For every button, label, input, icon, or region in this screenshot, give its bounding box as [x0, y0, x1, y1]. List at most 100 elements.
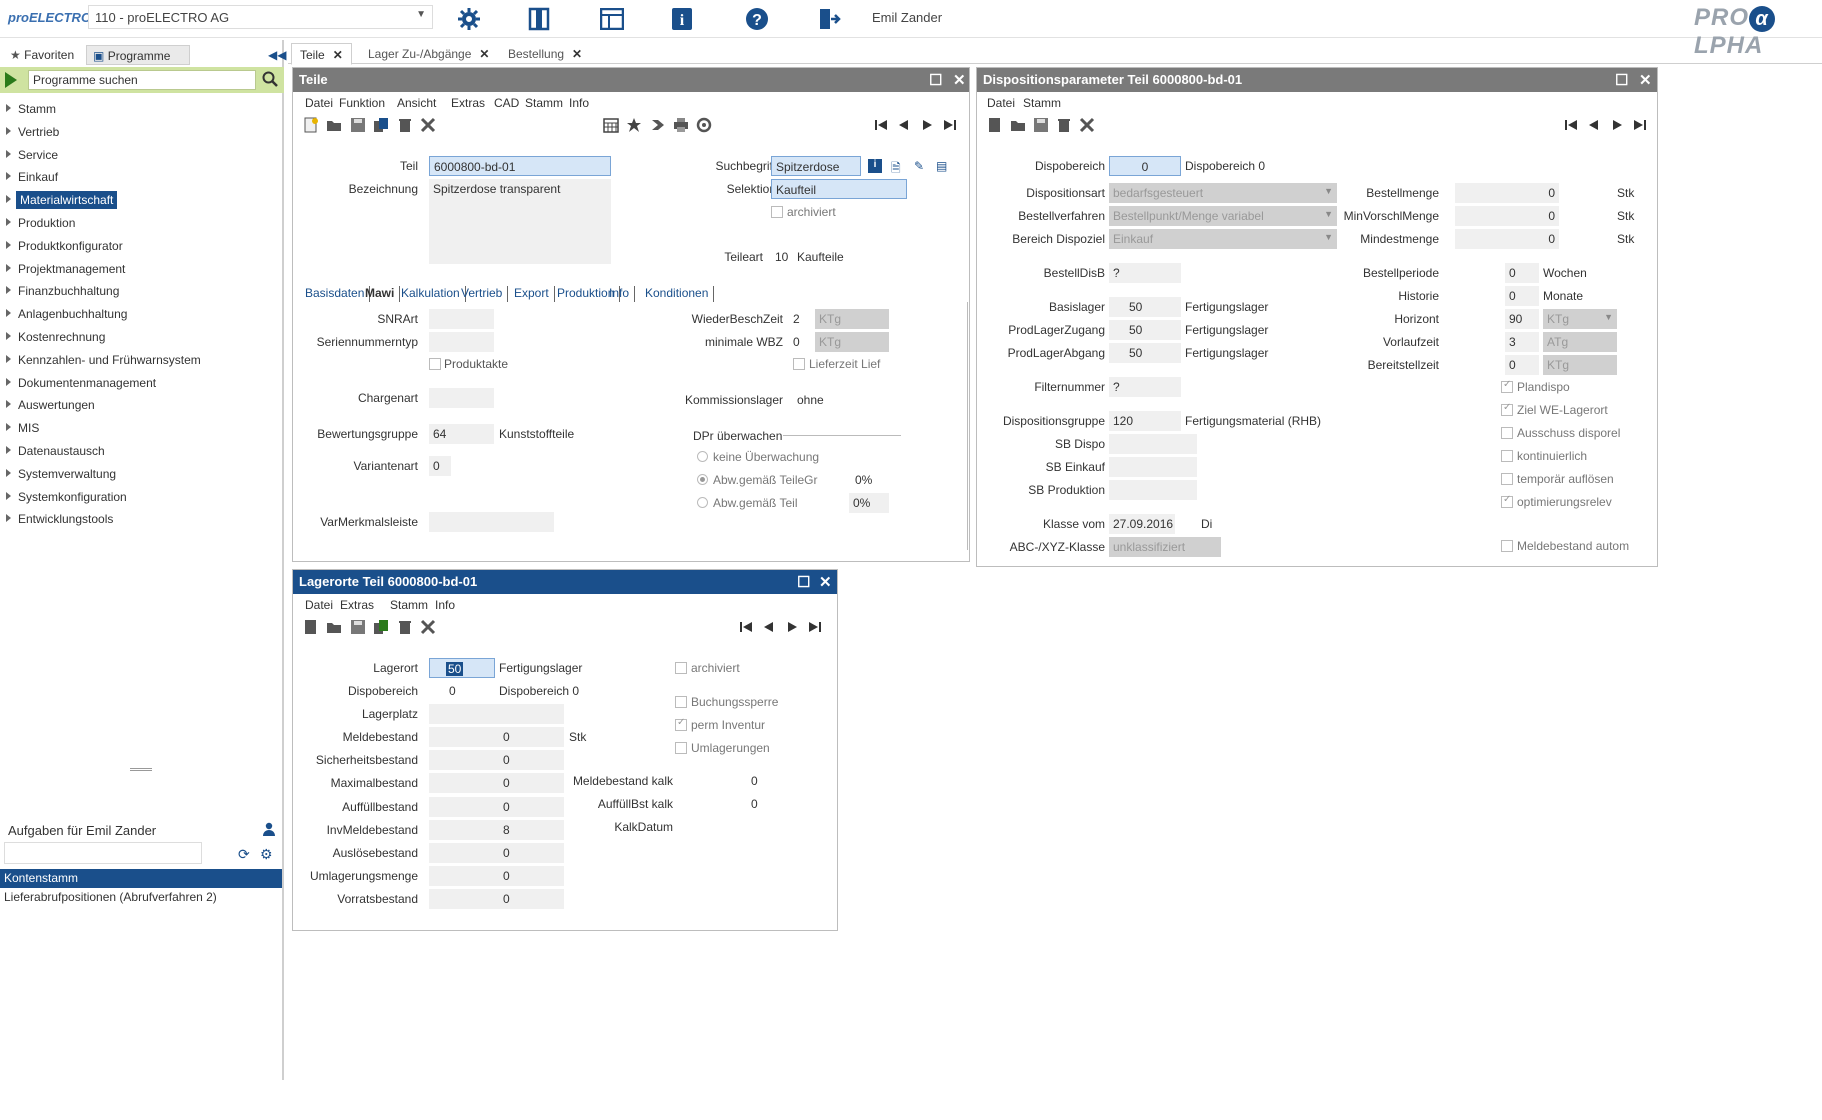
first-record-icon[interactable]	[738, 619, 754, 635]
new-icon[interactable]	[303, 117, 319, 133]
star-icon[interactable]	[626, 117, 642, 133]
program-search-input[interactable]: Programme suchen	[28, 70, 256, 90]
wiederbeschzeit-unit[interactable]: KTg	[815, 309, 889, 329]
expand-arrow-icon[interactable]	[6, 240, 11, 249]
kommissionslager-value[interactable]: ohne	[797, 393, 824, 407]
subtab-basisdaten[interactable]: Basisdaten	[303, 286, 371, 302]
stock-field-input[interactable]: 0	[429, 889, 564, 910]
settings-gear-icon[interactable]	[455, 5, 483, 33]
close-icon[interactable]: ✕	[333, 48, 343, 62]
menu-extras[interactable]: Extras	[340, 598, 374, 612]
new-icon[interactable]	[987, 117, 1003, 133]
info-icon[interactable]: i	[668, 5, 696, 33]
minimale-wbz-value[interactable]: 0	[793, 335, 800, 349]
menu-stamm[interactable]: Stamm	[390, 598, 428, 612]
menu-datei[interactable]: Datei	[305, 598, 333, 612]
plandispo-checkbox[interactable]	[1501, 379, 1513, 393]
maximize-icon[interactable]: ☐	[929, 71, 942, 89]
nav-item[interactable]: Datenaustausch	[0, 440, 284, 463]
subtab-export[interactable]: Export	[512, 286, 555, 302]
tab-lager-zu-abgaenge[interactable]: Lager Zu-/Abgänge ✕	[360, 43, 497, 65]
search-icon[interactable]	[262, 71, 278, 90]
umlagerungen-checkbox[interactable]	[675, 742, 687, 754]
archiviert-checkbox[interactable]	[771, 206, 783, 218]
gear-icon[interactable]: ⚙	[260, 846, 273, 863]
logout-icon[interactable]	[815, 5, 843, 33]
suchbegriff-input[interactable]: Spitzerdose	[771, 156, 861, 176]
menu-stamm[interactable]: Stamm	[1023, 96, 1061, 110]
previous-record-icon[interactable]	[761, 619, 777, 635]
subtab-mawi[interactable]: Mawi	[363, 286, 401, 302]
stock-field-input[interactable]: 0	[429, 843, 564, 863]
expand-arrow-icon[interactable]	[6, 377, 11, 386]
subtab-vertrieb[interactable]: Vertrieb	[459, 286, 509, 302]
horizont-input[interactable]: 90	[1505, 309, 1539, 329]
close-icon[interactable]: ✕	[572, 47, 582, 61]
expand-arrow-icon[interactable]	[6, 354, 11, 363]
save-icon[interactable]	[1033, 117, 1049, 133]
wiederbeschzeit-value[interactable]: 2	[793, 312, 800, 326]
tasks-filter-input[interactable]	[4, 842, 202, 864]
bestelldisb-input[interactable]: ?	[1109, 263, 1181, 283]
dispositionsgruppe-input[interactable]: 120	[1109, 411, 1181, 431]
open-folder-icon[interactable]	[326, 619, 342, 635]
last-record-icon[interactable]	[942, 117, 958, 133]
expand-arrow-icon[interactable]	[6, 149, 11, 158]
notes-icon[interactable]: ▤	[936, 159, 947, 173]
nav-item[interactable]: MIS	[0, 417, 284, 440]
buchungssperre-checkbox[interactable]	[675, 696, 687, 708]
expand-arrow-icon[interactable]	[6, 445, 11, 454]
menu-datei[interactable]: Datei	[305, 96, 333, 110]
kontinuierlich-checkbox[interactable]	[1501, 450, 1513, 462]
nav-item[interactable]: Finanzbuchhaltung	[0, 280, 284, 303]
save-icon[interactable]	[350, 117, 366, 133]
bereitstellzeit-input[interactable]: 0	[1505, 355, 1539, 375]
expand-arrow-icon[interactable]	[6, 195, 11, 204]
temporaer-aufloesen-checkbox[interactable]	[1501, 473, 1513, 485]
nav-item[interactable]: Entwicklungstools	[0, 508, 284, 531]
nav-item[interactable]: Stamm	[0, 98, 284, 121]
nav-item[interactable]: Vertrieb	[0, 121, 284, 144]
sb-produktion-input[interactable]	[1109, 480, 1197, 500]
info-icon[interactable]: i	[868, 159, 882, 173]
menu-info[interactable]: Info	[435, 598, 455, 612]
user-icon[interactable]	[262, 822, 276, 839]
abw-teil-input[interactable]: 0%	[849, 493, 889, 513]
next-record-icon[interactable]	[784, 619, 800, 635]
meldebestand-autom-checkbox[interactable]	[1501, 540, 1513, 552]
menu-cad[interactable]: CAD	[494, 96, 519, 110]
tab-favorites[interactable]: ★ Favoriten	[4, 45, 80, 65]
historie-input[interactable]: 0	[1505, 286, 1539, 306]
bereitstellzeit-unit[interactable]: KTg	[1543, 355, 1617, 375]
cancel-icon[interactable]	[420, 117, 436, 133]
resize-grip[interactable]	[130, 768, 152, 771]
expand-arrow-icon[interactable]	[6, 104, 11, 112]
copy-icon[interactable]	[373, 619, 389, 635]
abw-teilegr-radio[interactable]	[697, 474, 708, 485]
ausschuss-disporel-checkbox[interactable]	[1501, 427, 1513, 439]
optimierungsrelev-checkbox[interactable]	[1501, 494, 1513, 508]
nav-item[interactable]: Produktion	[0, 212, 284, 235]
delete-icon[interactable]	[1056, 117, 1072, 133]
expand-arrow-icon[interactable]	[6, 286, 11, 295]
menu-extras[interactable]: Extras	[451, 96, 485, 110]
open-folder-icon[interactable]	[326, 117, 342, 133]
new-icon[interactable]	[303, 619, 319, 635]
produktakte-checkbox[interactable]	[429, 358, 441, 370]
abc-xyz-klasse-input[interactable]: unklassifiziert	[1109, 537, 1221, 557]
stock-field-input[interactable]: 0	[429, 866, 564, 887]
document-icon[interactable]: 🗎	[891, 159, 901, 180]
previous-record-icon[interactable]	[896, 117, 912, 133]
layout-icon[interactable]	[598, 5, 626, 33]
bewertungsgruppe-input[interactable]: 64	[429, 424, 494, 444]
bestellmenge-input[interactable]: 0	[1455, 183, 1559, 203]
collapse-pane-icon[interactable]: ◀◀	[268, 48, 286, 62]
company-select[interactable]: 110 - proELECTRO AG ▼	[88, 5, 433, 29]
forward-icon[interactable]	[650, 117, 666, 133]
stock-field-input[interactable]: 0	[429, 727, 564, 747]
dispositionsart-select[interactable]: bedarfsgesteuert ▼	[1109, 183, 1337, 203]
nav-item[interactable]: Service	[0, 144, 284, 167]
minvorschlmenge-input[interactable]: 0	[1455, 206, 1559, 226]
nav-item[interactable]: Auswertungen	[0, 394, 284, 417]
first-record-icon[interactable]	[1563, 117, 1579, 133]
